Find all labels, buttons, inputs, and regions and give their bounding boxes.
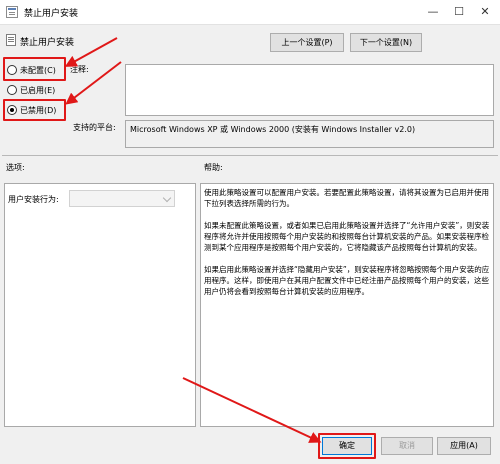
previous-setting-button[interactable]: 上一个设置(P) <box>270 33 344 52</box>
help-paragraph: 使用此策略设置可以配置用户安装。若要配置此策略设置，请将其设置为已启用并使用下拉… <box>204 188 489 208</box>
radio-disabled[interactable]: 已禁用(D) <box>7 103 56 117</box>
radio-circle-checked[interactable] <box>7 105 17 115</box>
radio-enabled[interactable]: 已启用(E) <box>7 83 55 97</box>
radio-label: 未配置(C) <box>20 65 56 75</box>
help-paragraph: 如果启用此策略设置并选择“隐藏用户安装”，则安装程序将忽略按照每个用户安装的应用… <box>204 265 490 296</box>
user-install-behavior-dropdown[interactable] <box>69 190 175 207</box>
title-bar: 禁止用户安装 — ☐ ✕ <box>0 0 500 25</box>
radio-not-configured[interactable]: 未配置(C) <box>7 63 56 77</box>
close-button[interactable]: ✕ <box>472 0 498 24</box>
platform-label: 支持的平台: <box>73 123 116 132</box>
user-install-behavior-label: 用户安装行为: <box>8 195 59 204</box>
cancel-button[interactable]: 取消 <box>381 437 433 455</box>
arrow-to-not-configured <box>64 37 118 67</box>
minimize-button[interactable]: — <box>420 0 446 24</box>
divider <box>2 155 498 156</box>
help-label: 帮助: <box>204 163 223 172</box>
radio-circle[interactable] <box>7 85 17 95</box>
help-panel: 使用此策略设置可以配置用户安装。若要配置此策略设置，请将其设置为已启用并使用下拉… <box>200 183 494 427</box>
radio-label: 已启用(E) <box>20 85 56 95</box>
options-panel: 用户安装行为: <box>4 183 196 427</box>
policy-icon <box>6 6 18 18</box>
ok-button[interactable]: 确定 <box>322 437 372 455</box>
help-paragraph: 如果未配置此策略设置，或者如果已启用此策略设置并选择了“允许用户安装”，则安装程… <box>204 221 490 252</box>
window-title: 禁止用户安装 <box>24 9 79 19</box>
comment-label: 注释: <box>70 65 89 74</box>
chevron-down-icon <box>162 193 172 203</box>
next-setting-button[interactable]: 下一个设置(N) <box>350 33 422 52</box>
radio-label: 已禁用(D) <box>20 105 57 115</box>
maximize-button[interactable]: ☐ <box>446 0 472 24</box>
radio-circle[interactable] <box>7 65 17 75</box>
options-label: 选项: <box>6 163 25 172</box>
policy-name: 禁止用户安装 <box>20 38 75 48</box>
platform-value: Microsoft Windows XP 或 Windows 2000 (安装有… <box>125 120 494 148</box>
comment-textarea[interactable] <box>125 64 494 116</box>
apply-button[interactable]: 应用(A) <box>437 437 491 455</box>
setting-icon <box>6 34 16 46</box>
